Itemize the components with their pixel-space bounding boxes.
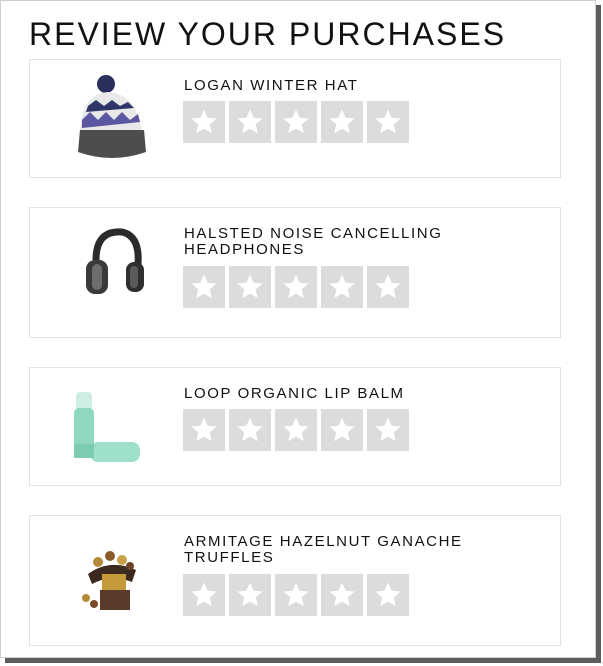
headphones-image — [66, 224, 156, 314]
product-name: HALSTED NOISE CANCELLING HEADPHONES — [184, 225, 443, 258]
product-card: LOGAN WINTER HAT — [29, 59, 561, 178]
rate-5-star-button[interactable] — [367, 266, 409, 308]
product-card: HALSTED NOISE CANCELLING HEADPHONES — [29, 207, 561, 338]
star-icon — [191, 109, 217, 134]
product-name: LOOP ORGANIC LIP BALM — [184, 385, 405, 402]
star-icon — [375, 417, 401, 442]
rate-3-star-button[interactable] — [275, 574, 317, 616]
star-icon — [237, 582, 263, 607]
review-panel: REVIEW YOUR PURCHASES LOGAN WINTER HAT H… — [0, 0, 596, 658]
rate-4-star-button[interactable] — [321, 409, 363, 451]
product-name: ARMITAGE HAZELNUT GANACHE TRUFFLES — [184, 533, 463, 566]
truffles-image — [66, 534, 156, 624]
rate-2-star-button[interactable] — [229, 266, 271, 308]
star-rating — [183, 266, 413, 308]
star-icon — [237, 274, 263, 299]
star-icon — [329, 582, 355, 607]
rate-5-star-button[interactable] — [367, 574, 409, 616]
star-icon — [375, 109, 401, 134]
star-icon — [237, 109, 263, 134]
winter-hat-image — [66, 72, 156, 162]
star-icon — [375, 274, 401, 299]
product-card: LOOP ORGANIC LIP BALM — [29, 367, 561, 486]
star-rating — [183, 101, 413, 143]
star-icon — [283, 109, 309, 134]
star-icon — [283, 417, 309, 442]
rate-2-star-button[interactable] — [229, 574, 271, 616]
rate-3-star-button[interactable] — [275, 266, 317, 308]
star-icon — [329, 109, 355, 134]
star-icon — [283, 582, 309, 607]
star-icon — [191, 417, 217, 442]
product-name: LOGAN WINTER HAT — [184, 77, 359, 94]
rate-5-star-button[interactable] — [367, 409, 409, 451]
star-icon — [329, 274, 355, 299]
rate-1-star-button[interactable] — [183, 266, 225, 308]
star-rating — [183, 574, 413, 616]
rate-3-star-button[interactable] — [275, 409, 317, 451]
rate-1-star-button[interactable] — [183, 574, 225, 616]
rate-1-star-button[interactable] — [183, 101, 225, 143]
star-rating — [183, 409, 413, 451]
star-icon — [283, 274, 309, 299]
rate-3-star-button[interactable] — [275, 101, 317, 143]
rate-2-star-button[interactable] — [229, 101, 271, 143]
rate-5-star-button[interactable] — [367, 101, 409, 143]
product-card: ARMITAGE HAZELNUT GANACHE TRUFFLES — [29, 515, 561, 646]
star-icon — [375, 582, 401, 607]
rate-1-star-button[interactable] — [183, 409, 225, 451]
star-icon — [191, 274, 217, 299]
rate-2-star-button[interactable] — [229, 409, 271, 451]
rate-4-star-button[interactable] — [321, 266, 363, 308]
page-title: REVIEW YOUR PURCHASES — [29, 16, 507, 52]
star-icon — [237, 417, 263, 442]
star-icon — [329, 417, 355, 442]
rate-4-star-button[interactable] — [321, 574, 363, 616]
rate-4-star-button[interactable] — [321, 101, 363, 143]
star-icon — [191, 582, 217, 607]
lip-balm-image — [66, 382, 156, 472]
